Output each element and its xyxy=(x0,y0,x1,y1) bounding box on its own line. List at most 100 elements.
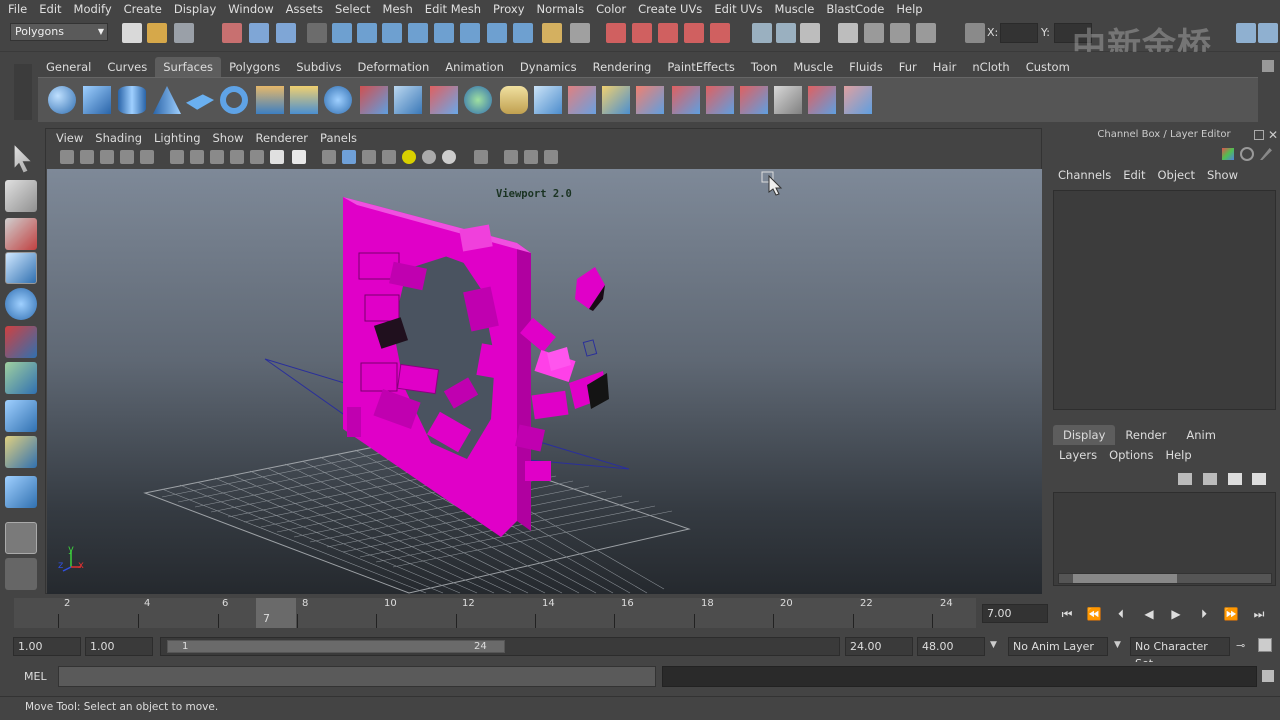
tab-dynamics[interactable]: Dynamics xyxy=(512,57,585,77)
render-current-frame-icon[interactable] xyxy=(606,23,626,43)
snap-point-icon[interactable] xyxy=(382,23,402,43)
play-backwards-icon[interactable]: ◀ xyxy=(1140,605,1158,623)
menu-muscle[interactable]: Muscle xyxy=(769,2,821,16)
shelf-menu-icon[interactable] xyxy=(14,64,32,120)
lasso-tool-icon[interactable] xyxy=(5,180,37,212)
viewport-menu-shading[interactable]: Shading xyxy=(89,131,148,145)
3d-viewport[interactable]: Viewport 2.0 y x z xyxy=(47,169,1042,594)
x-input[interactable] xyxy=(1000,23,1038,43)
camera-tool-icon[interactable] xyxy=(474,150,488,164)
open-scene-icon[interactable] xyxy=(147,23,167,43)
tab-polygons[interactable]: Polygons xyxy=(221,57,288,77)
layout-quick-icon[interactable] xyxy=(5,558,37,590)
menu-display[interactable]: Display xyxy=(168,2,222,16)
outliner-icon[interactable] xyxy=(838,23,858,43)
layer-menu-layers[interactable]: Layers xyxy=(1053,448,1103,462)
dope-sheet-icon[interactable] xyxy=(890,23,910,43)
manipulator-icon[interactable] xyxy=(1222,148,1234,160)
light-white-icon[interactable] xyxy=(442,150,456,164)
paint-select-tool-icon[interactable] xyxy=(5,218,37,250)
bevel-icon[interactable] xyxy=(500,86,528,114)
tab-painteffects[interactable]: PaintEffects xyxy=(659,57,743,77)
light-grey-icon[interactable] xyxy=(422,150,436,164)
sidebar-layout-icon[interactable] xyxy=(1236,23,1256,43)
tab-hair[interactable]: Hair xyxy=(925,57,965,77)
tab-anim[interactable]: Anim xyxy=(1176,425,1226,445)
project-curve-icon[interactable] xyxy=(568,86,596,114)
tab-custom[interactable]: Custom xyxy=(1018,57,1078,77)
menu-edit-mesh[interactable]: Edit Mesh xyxy=(419,2,487,16)
chevron-down-icon[interactable]: ▼ xyxy=(990,640,997,650)
transform-field-icon[interactable] xyxy=(965,23,985,43)
mel-label[interactable]: MEL xyxy=(24,670,47,683)
menu-select[interactable]: Select xyxy=(329,2,376,16)
light-yellow-icon[interactable] xyxy=(402,150,416,164)
default-lighting-icon[interactable] xyxy=(210,150,224,164)
select-tool-icon[interactable] xyxy=(14,145,31,173)
planar-icon[interactable] xyxy=(324,86,352,114)
trim-tool-icon[interactable] xyxy=(602,86,630,114)
layer-down-icon[interactable] xyxy=(1203,473,1217,485)
boundary-icon[interactable] xyxy=(430,86,458,114)
layout-single-icon[interactable] xyxy=(5,522,37,554)
menu-modify[interactable]: Modify xyxy=(68,2,118,16)
nurbs-sphere-icon[interactable] xyxy=(48,86,76,114)
tab-curves[interactable]: Curves xyxy=(99,57,155,77)
current-time-field[interactable]: 7.00 xyxy=(982,604,1048,623)
channel-menu-edit[interactable]: Edit xyxy=(1117,168,1151,182)
layer-up-icon[interactable] xyxy=(1178,473,1192,485)
input-ops-icon[interactable] xyxy=(487,23,507,43)
tab-render[interactable]: Render xyxy=(1115,425,1176,445)
playback-end-field[interactable]: 24.00 xyxy=(845,637,913,656)
viewport-menu-view[interactable]: View xyxy=(50,131,89,145)
soft-mod-tool-icon[interactable] xyxy=(5,400,37,432)
anim-layer-field[interactable]: No Anim Layer xyxy=(1008,637,1108,656)
animation-end-field[interactable]: 48.00 xyxy=(917,637,985,656)
use-all-lights-icon[interactable] xyxy=(230,150,244,164)
sculpt-geometry-icon[interactable] xyxy=(844,86,872,114)
script-editor-icon[interactable] xyxy=(1262,670,1274,682)
menu-window[interactable]: Window xyxy=(222,2,279,16)
play-forwards-icon[interactable]: ▶ xyxy=(1167,605,1185,623)
step-back-frame-icon[interactable]: ⏪ xyxy=(1085,605,1103,623)
current-frame-marker[interactable] xyxy=(256,598,296,628)
extrude-icon[interactable] xyxy=(360,86,388,114)
menu-edit[interactable]: Edit xyxy=(33,2,67,16)
scale-tool-icon[interactable] xyxy=(5,326,37,358)
open-close-icon[interactable] xyxy=(774,86,802,114)
step-forward-key-icon[interactable]: ⏵ xyxy=(1195,605,1213,623)
mode-selector[interactable]: Polygons ▼ xyxy=(10,23,108,41)
menu-assets[interactable]: Assets xyxy=(280,2,329,16)
help-question-icon[interactable] xyxy=(513,23,533,43)
lock-selection-icon[interactable] xyxy=(307,23,327,43)
attribute-editor-icon[interactable] xyxy=(776,23,796,43)
tab-fluids[interactable]: Fluids xyxy=(841,57,891,77)
channel-menu-channels[interactable]: Channels xyxy=(1052,168,1117,182)
tab-muscle[interactable]: Muscle xyxy=(785,57,841,77)
grid-icon[interactable] xyxy=(140,150,154,164)
panel-layout-icon[interactable] xyxy=(1258,23,1278,43)
select-component-icon[interactable] xyxy=(276,23,296,43)
menu-file[interactable]: File xyxy=(2,2,33,16)
tab-surfaces[interactable]: Surfaces xyxy=(155,57,222,77)
nurbs-cylinder-icon[interactable] xyxy=(118,86,146,114)
key-icon[interactable]: ⊸ xyxy=(1236,639,1252,653)
go-to-end-icon[interactable]: ⏭ xyxy=(1250,605,1268,623)
menu-mesh[interactable]: Mesh xyxy=(377,2,419,16)
render-settings-icon[interactable] xyxy=(658,23,678,43)
menu-create[interactable]: Create xyxy=(118,2,168,16)
resolution-gate-icon[interactable] xyxy=(524,150,538,164)
image-plane-icon[interactable] xyxy=(120,150,134,164)
viewport-menu-renderer[interactable]: Renderer xyxy=(250,131,315,145)
menu-normals[interactable]: Normals xyxy=(531,2,591,16)
mel-input[interactable] xyxy=(58,666,656,687)
save-scene-icon[interactable] xyxy=(174,23,194,43)
nurbs-cube-icon[interactable] xyxy=(83,86,111,114)
lock-icon[interactable] xyxy=(542,23,562,43)
time-slider[interactable]: 2 4 6 8 10 12 14 16 18 20 22 24 xyxy=(14,598,976,628)
attach-icon[interactable] xyxy=(672,86,700,114)
intersect-icon[interactable] xyxy=(534,86,562,114)
layer-list[interactable] xyxy=(1053,492,1276,586)
menu-help[interactable]: Help xyxy=(890,2,928,16)
tab-toon[interactable]: Toon xyxy=(743,57,785,77)
